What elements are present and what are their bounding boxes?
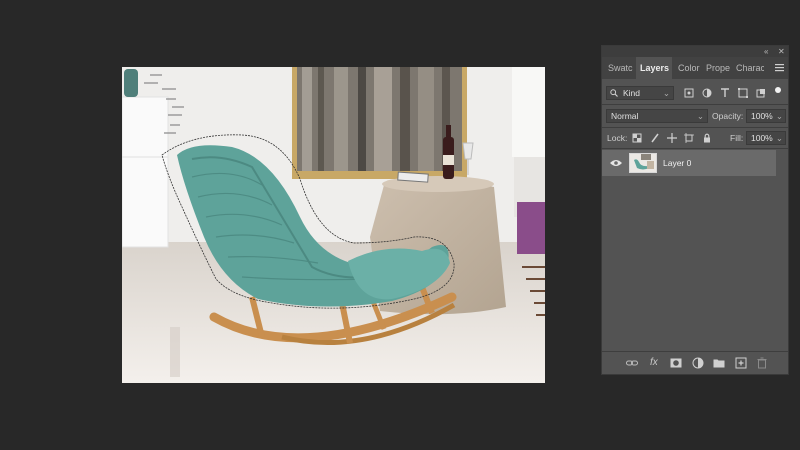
smart-object-filter-icon[interactable]	[756, 88, 766, 98]
lock-image-pixels-icon[interactable]	[650, 133, 660, 143]
new-layer-icon[interactable]	[735, 357, 747, 369]
search-icon	[610, 89, 618, 97]
fill-input[interactable]: 100% ⌄	[746, 131, 786, 145]
eye-visibility-icon[interactable]	[610, 159, 622, 167]
delete-layer-trash-icon[interactable]	[756, 357, 768, 369]
panel-menu-icon[interactable]	[775, 63, 784, 72]
panel-title-bar: « ✕	[602, 46, 788, 57]
tab-swatches[interactable]: Swatc	[604, 57, 636, 79]
type-filter-icon[interactable]	[720, 88, 730, 98]
layer-row[interactable]: Layer 0	[602, 150, 776, 176]
add-mask-icon[interactable]	[670, 357, 682, 369]
lock-label: Lock:	[607, 133, 628, 143]
filter-toggle-icon[interactable]	[774, 86, 782, 94]
pixel-filter-icon[interactable]	[684, 88, 694, 98]
link-layers-icon[interactable]	[626, 357, 638, 369]
chevron-down-icon: ⌄	[775, 111, 783, 121]
opacity-value: 100%	[751, 111, 773, 121]
layers-bottom-toolbar: fx	[602, 351, 788, 374]
layers-panel: « ✕ Swatc Layers Color Prope Charac Kind…	[601, 45, 789, 375]
blend-mode-select[interactable]: Normal ⌄	[606, 109, 708, 123]
layer-thumbnail	[629, 153, 657, 173]
chevron-down-icon: ⌄	[662, 88, 670, 98]
adjustment-filter-icon[interactable]	[702, 88, 712, 98]
collapse-panel-button[interactable]: «	[764, 46, 768, 57]
tab-properties[interactable]: Prope	[702, 57, 732, 79]
document-canvas[interactable]	[122, 67, 545, 383]
tab-layers[interactable]: Layers	[636, 57, 672, 79]
chevron-down-icon: ⌄	[696, 111, 704, 121]
lock-all-icon[interactable]	[702, 133, 712, 143]
layer-name[interactable]: Layer 0	[663, 150, 691, 176]
lock-transparent-pixels-icon[interactable]	[632, 133, 642, 143]
chevron-down-icon: ⌄	[775, 133, 783, 143]
photo-rocking-chair	[122, 67, 545, 383]
new-adjustment-layer-icon[interactable]	[692, 357, 704, 369]
layer-style-fx-icon[interactable]: fx	[650, 357, 662, 369]
lock-artboard-icon[interactable]	[684, 133, 694, 143]
lock-position-icon[interactable]	[667, 133, 677, 143]
filter-kind-value: Kind	[623, 88, 641, 98]
fill-label: Fill:	[730, 133, 744, 143]
filter-kind-select[interactable]: Kind ⌄	[606, 86, 674, 100]
opacity-input[interactable]: 100% ⌄	[746, 109, 786, 123]
blend-mode-value: Normal	[611, 111, 639, 121]
tab-color[interactable]: Color	[674, 57, 702, 79]
fill-value: 100%	[751, 133, 773, 143]
new-group-folder-icon[interactable]	[713, 357, 725, 369]
tab-character[interactable]: Charac	[732, 57, 764, 79]
opacity-label: Opacity:	[712, 111, 744, 121]
shape-filter-icon[interactable]	[738, 88, 748, 98]
close-panel-button[interactable]: ✕	[778, 46, 785, 57]
panel-tabs: Swatc Layers Color Prope Charac	[602, 57, 788, 79]
